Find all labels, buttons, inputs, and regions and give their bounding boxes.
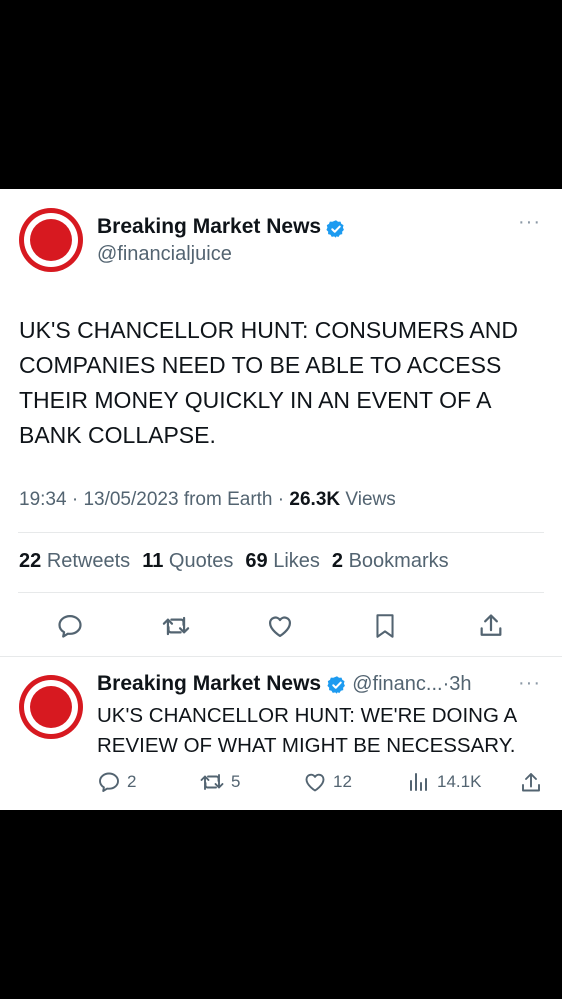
divider bbox=[18, 592, 544, 593]
reply-likes-action[interactable]: 12 bbox=[303, 770, 352, 794]
reply-icon bbox=[99, 772, 119, 792]
retweet-count: 5 bbox=[231, 772, 241, 791]
tweet-card: Breaking Market News @financialjuice ···… bbox=[0, 189, 562, 810]
display-name[interactable]: Breaking Market News bbox=[97, 215, 321, 238]
divider bbox=[18, 532, 544, 533]
likes-stat[interactable]: 69 Likes bbox=[245, 550, 320, 573]
reply-avatar[interactable] bbox=[19, 675, 83, 739]
tweet-body: UK'S CHANCELLOR HUNT: CONSUMERS AND COMP… bbox=[19, 317, 518, 448]
views-count: 26.3K bbox=[289, 489, 341, 510]
meta-dot: · bbox=[71, 489, 79, 510]
reply-icon[interactable] bbox=[56, 612, 84, 640]
views-icon bbox=[410, 773, 427, 791]
like-count: 12 bbox=[333, 772, 352, 791]
retweet-icon[interactable] bbox=[161, 612, 191, 640]
handle[interactable]: @financialjuice bbox=[97, 243, 232, 266]
views-label: Views bbox=[345, 489, 396, 510]
tweet-source: from Earth bbox=[183, 489, 273, 510]
reply-views-action[interactable]: 14.1K bbox=[407, 770, 481, 794]
bookmark-icon[interactable] bbox=[372, 612, 398, 640]
avatar[interactable] bbox=[19, 208, 83, 272]
reply-age[interactable]: 3h bbox=[449, 673, 471, 695]
tweet-time[interactable]: 19:34 bbox=[19, 489, 67, 510]
verified-badge-icon bbox=[327, 675, 345, 694]
retweet-icon bbox=[200, 774, 224, 790]
verified-badge-icon bbox=[325, 220, 344, 238]
tweet-date[interactable]: 13/05/2023 bbox=[83, 489, 178, 510]
more-options-icon[interactable]: ··· bbox=[518, 211, 541, 234]
engagement-stats: 22 Retweets 11 Quotes 69 Likes 2 Bookmar… bbox=[19, 550, 449, 573]
retweets-stat[interactable]: 22 Retweets bbox=[19, 550, 130, 573]
quotes-stat[interactable]: 11 Quotes bbox=[142, 550, 233, 573]
share-icon[interactable] bbox=[477, 612, 505, 640]
tweet-meta: 19:34 · 13/05/2023 from Earth · 26.3K Vi… bbox=[19, 489, 396, 511]
reply-share-icon[interactable] bbox=[519, 771, 543, 795]
like-icon bbox=[305, 773, 325, 792]
reply-body[interactable]: UK'S CHANCELLOR HUNT: WE'RE DOING A REVI… bbox=[97, 701, 547, 761]
meta-dot: · bbox=[277, 489, 285, 510]
bookmarks-stat[interactable]: 2 Bookmarks bbox=[332, 550, 449, 573]
views-count: 14.1K bbox=[437, 772, 482, 791]
reply-display-name[interactable]: Breaking Market News bbox=[97, 672, 321, 695]
reply-more-options-icon[interactable]: ··· bbox=[518, 672, 541, 695]
like-icon[interactable] bbox=[266, 612, 294, 640]
reply-handle[interactable]: @financ... bbox=[352, 673, 442, 695]
divider bbox=[0, 656, 562, 657]
reply-retweets-action[interactable]: 5 bbox=[199, 770, 240, 794]
reply-count: 2 bbox=[127, 772, 137, 791]
reply-replies-action[interactable]: 2 bbox=[97, 770, 136, 794]
